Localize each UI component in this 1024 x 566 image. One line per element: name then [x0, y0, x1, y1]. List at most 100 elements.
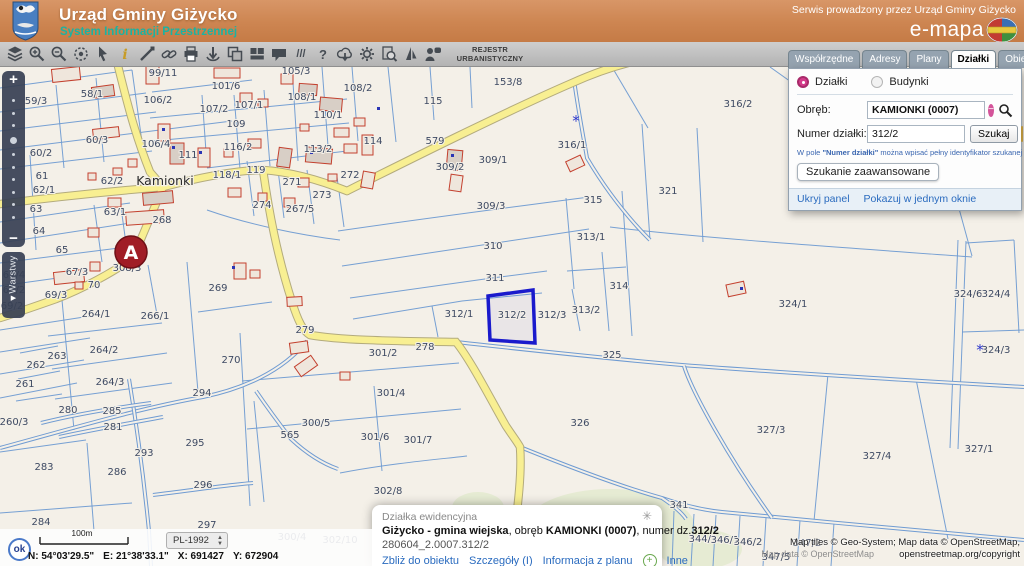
- attribution-line2[interactable]: openstreetmap.org/copyright: [790, 549, 1020, 561]
- parcel-label: 62/1: [33, 185, 55, 196]
- parcel-label: 312/2: [498, 310, 527, 321]
- parcel-label: 324/4: [982, 289, 1011, 300]
- feedback-icon[interactable]: [422, 44, 444, 65]
- parcel-label: 327/3: [757, 425, 786, 436]
- tab-adresy[interactable]: Adresy: [862, 50, 907, 68]
- comment-icon[interactable]: [268, 44, 290, 65]
- obreb-search-icon[interactable]: [998, 103, 1013, 118]
- zoom-in-icon[interactable]: [26, 44, 48, 65]
- measure-lines-icon[interactable]: ///: [290, 44, 312, 65]
- hide-panel-link[interactable]: Ukryj panel: [797, 193, 850, 205]
- search-hint: W pole "Numer działki" można wpisać pełn…: [797, 148, 1013, 157]
- plus-icon[interactable]: +: [643, 554, 657, 566]
- parcel-label: 310: [483, 241, 502, 252]
- coord-x: X: 691427: [178, 551, 224, 562]
- parcel-label: 261: [15, 379, 34, 390]
- numer-dzialki-input[interactable]: [867, 125, 965, 143]
- plan-info-link[interactable]: Informacja z planu: [543, 555, 633, 566]
- parcel-label: 313/1: [577, 232, 606, 243]
- select-area-icon[interactable]: [70, 44, 92, 65]
- parcel-label: 296: [193, 480, 212, 491]
- svg-text:A: A: [124, 242, 139, 264]
- measure-icon[interactable]: [136, 44, 158, 65]
- e-mapa-application: 59/358/199/11101/6106/2107/2107/1105/310…: [0, 0, 1024, 566]
- parcel-label: 70: [88, 280, 101, 291]
- advanced-search-button[interactable]: Szukanie zaawansowane: [797, 163, 939, 181]
- parcel-label: 271: [282, 177, 301, 188]
- header-bar: Urząd Gminy Giżycko System Informacji Pr…: [0, 0, 1024, 42]
- szukaj-button[interactable]: Szukaj: [970, 125, 1018, 143]
- parcel-label: 300/5: [302, 418, 331, 429]
- obreb-input[interactable]: [867, 101, 985, 119]
- tiles-icon[interactable]: [246, 44, 268, 65]
- parcel-label: 565: [280, 430, 299, 441]
- parcel-label: 111: [178, 150, 197, 161]
- popup-close-icon[interactable]: ✳: [642, 511, 652, 523]
- parcel-label: 113/2: [304, 144, 333, 155]
- parcel-label: 67/3: [66, 267, 88, 278]
- parcel-info-popup: Działka ewidencyjna ✳ Giżycko - gmina wi…: [372, 505, 662, 566]
- zoom-out-icon[interactable]: [48, 44, 70, 65]
- details-link[interactable]: Szczegóły (I): [469, 555, 533, 566]
- settings-icon[interactable]: [356, 44, 378, 65]
- poi-marker-a[interactable]: A: [115, 236, 147, 268]
- tab-obiekty[interactable]: Obiekty: [998, 50, 1024, 68]
- parcel-label: 115: [423, 96, 442, 107]
- zoom-to-object-link[interactable]: Zbliż do obiektu: [382, 555, 459, 566]
- register-line2: URBANISTYCZNY: [448, 54, 532, 63]
- parcel-label: 107/2: [200, 104, 229, 115]
- windows-icon[interactable]: [224, 44, 246, 65]
- obreb-label: Obręb:: [797, 104, 867, 116]
- pointer-icon[interactable]: [92, 44, 114, 65]
- radio-dzialki[interactable]: [797, 76, 809, 88]
- parcel-label: 273: [312, 190, 331, 201]
- zoom-out-button[interactable]: −: [9, 230, 18, 247]
- other-link[interactable]: Inne: [667, 555, 688, 566]
- layers-icon[interactable]: [4, 44, 26, 65]
- app-title: Urząd Gminy Giżycko: [59, 5, 238, 25]
- parcel-label: 65: [56, 245, 69, 256]
- parcel-label: 324/3: [982, 345, 1011, 356]
- parcel-label: 264/1: [82, 309, 111, 320]
- parcel-label: 313/2: [572, 305, 601, 316]
- radio-budynki[interactable]: [871, 76, 883, 88]
- help-icon[interactable]: ?: [312, 44, 334, 65]
- parcel-label: 108/2: [344, 83, 373, 94]
- expand-arrow-icon: ▶: [11, 294, 16, 302]
- parcel-identifier: 280604_2.0007.312/2: [382, 539, 652, 551]
- search-plus-icon[interactable]: [378, 44, 400, 65]
- zoom-in-button[interactable]: +: [9, 71, 18, 88]
- parcel-label: 106/4: [142, 139, 171, 150]
- parcel-label: 284: [31, 517, 50, 528]
- geoportal-globe-icon: [986, 17, 1018, 43]
- parcel-label: 301/7: [404, 435, 433, 446]
- print-icon[interactable]: [180, 44, 202, 65]
- parcel-label: 281: [103, 422, 122, 433]
- scale-label: 100m: [38, 528, 126, 538]
- layers-panel-tab[interactable]: Warstwy ▶: [2, 252, 25, 318]
- parcel-label: 108/1: [288, 92, 317, 103]
- tab-plany[interactable]: Plany: [909, 50, 948, 68]
- crs-select[interactable]: PL-1992 ▲▼: [166, 532, 228, 549]
- municipality-crest: [12, 1, 39, 41]
- parcel-label: 107/1: [235, 100, 264, 111]
- clear-obreb-button[interactable]: −: [988, 104, 994, 117]
- zoom-level-slider[interactable]: [10, 88, 17, 230]
- single-window-link[interactable]: Pokazuj w jednym oknie: [864, 193, 977, 205]
- rejestr-urbanistyczny-button[interactable]: REJESTR URBANISTYCZNY: [448, 45, 532, 64]
- parcel-label: 264/3: [96, 377, 125, 388]
- info-icon[interactable]: i: [114, 44, 136, 65]
- link-icon[interactable]: [158, 44, 180, 65]
- radio-dzialki-label: Działki: [815, 76, 847, 88]
- tab-dzialki[interactable]: Działki: [951, 50, 997, 68]
- panel-body: Działki Budynki Obręb: − Numer działki: …: [788, 68, 1022, 211]
- download-point-icon[interactable]: [202, 44, 224, 65]
- parcel-label: 309/2: [436, 162, 465, 173]
- parcel-label: 114: [363, 136, 382, 147]
- parcel-label: 312/1: [445, 309, 474, 320]
- tab-wspolrzedne[interactable]: Współrzędne: [788, 50, 860, 68]
- cloud-download-icon[interactable]: [334, 44, 356, 65]
- parcel-label: 268: [152, 215, 171, 226]
- parcel-label: 325: [602, 350, 621, 361]
- navigation-icon[interactable]: [400, 44, 422, 65]
